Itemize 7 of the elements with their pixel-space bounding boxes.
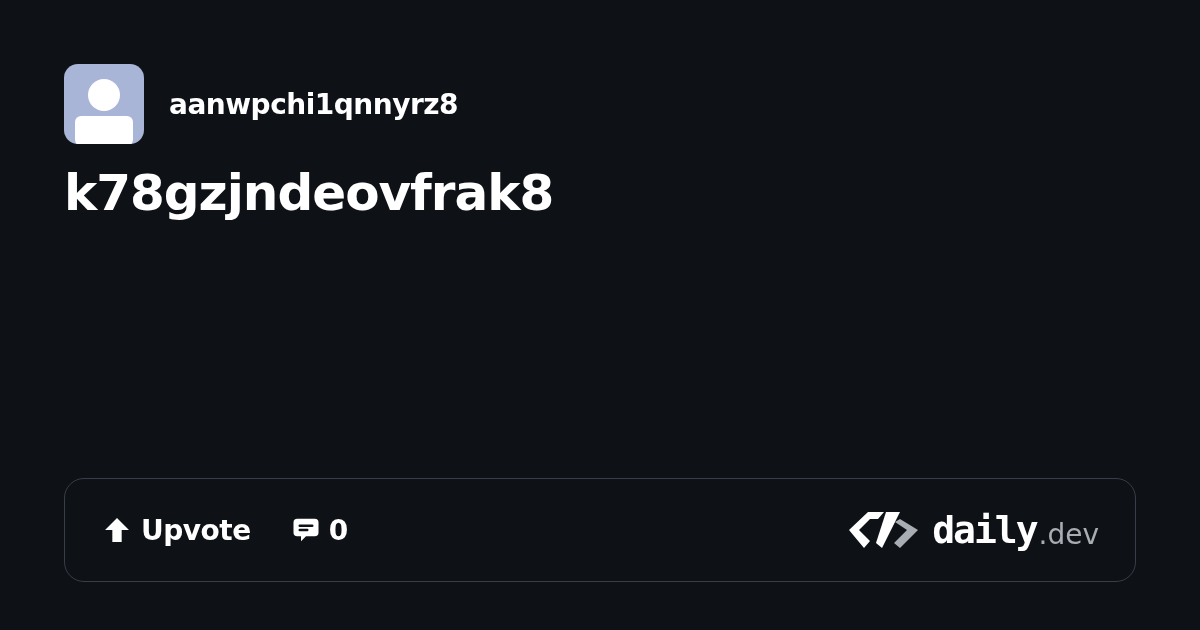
upvote-button[interactable]: Upvote: [141, 513, 251, 547]
brand-name: daily: [932, 508, 1037, 552]
post-title: k78gzjndeovfrak8: [64, 166, 555, 221]
author-name: aanwpchi1qnnyrz8: [169, 87, 458, 121]
brand-suffix: .dev: [1038, 517, 1099, 551]
logo-icon: [848, 510, 921, 550]
comment-count: 0: [328, 513, 348, 547]
